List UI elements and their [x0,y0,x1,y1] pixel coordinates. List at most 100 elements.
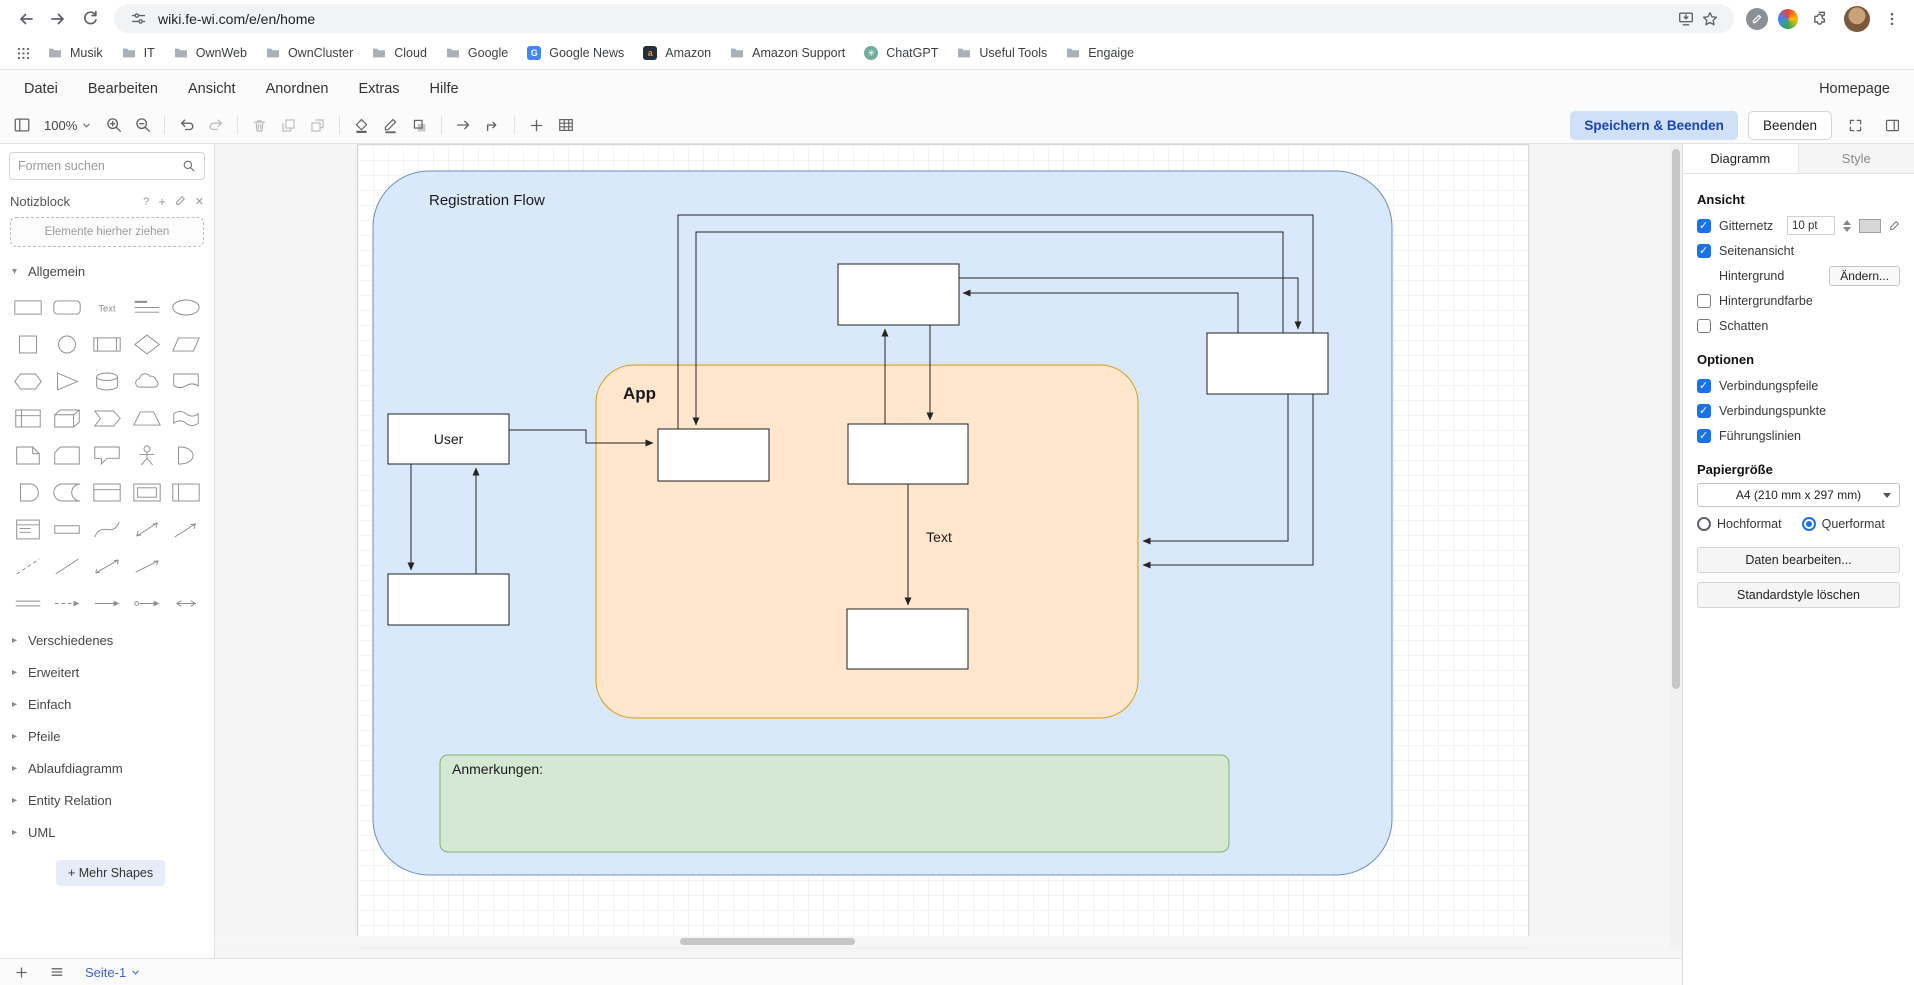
grid-color-edit-icon[interactable] [1889,220,1900,231]
curve-shape[interactable] [87,511,127,548]
bookmark-item[interactable]: Cloud [362,41,436,65]
fullscreen-icon[interactable] [1842,112,1869,139]
callout-shape[interactable] [87,437,127,474]
send-to-back-icon[interactable] [304,112,331,139]
apps-grid-icon[interactable] [10,40,36,66]
add-icon[interactable]: + [158,194,166,209]
diagram-node-node-4[interactable] [1207,333,1328,394]
insert-icon[interactable] [523,112,550,139]
grid-size-input[interactable]: 10 pt [1787,216,1835,235]
bookmark-item[interactable]: Amazon Support [720,41,854,65]
editor-extension-icon[interactable] [1746,8,1768,30]
zoom-dropdown[interactable]: 100% [37,114,98,137]
section-entity-relation[interactable]: ▸Entity Relation [0,784,214,816]
section-verschiedenes[interactable]: ▸Verschiedenes [0,624,214,656]
directional-connector-shape[interactable] [127,548,167,585]
edit-icon[interactable] [175,195,186,209]
fill-color-icon[interactable] [348,112,375,139]
grid-color-swatch[interactable] [1859,219,1881,233]
tab-style[interactable]: Style [1799,144,1914,173]
triangle-shape[interactable] [48,363,88,400]
bookmark-item[interactable]: IT [112,41,164,65]
section-ablaufdiagramm[interactable]: ▸Ablaufdiagramm [0,752,214,784]
diagram-node-node-6[interactable] [848,424,968,484]
grid-checkbox[interactable] [1697,219,1711,233]
undo-icon[interactable] [173,112,200,139]
circle-shape[interactable] [48,326,88,363]
edge-shape[interactable] [87,585,127,622]
password-extension-icon[interactable] [1778,9,1798,29]
process-shape[interactable] [87,326,127,363]
bookmark-item[interactable]: GGoogle News [517,41,633,65]
line-shape[interactable] [48,548,88,585]
sidebar-toggle-icon[interactable] [8,112,35,139]
menu-anordnen[interactable]: Anordnen [266,81,329,97]
zoom-out-icon[interactable] [129,112,156,139]
cube-shape[interactable] [48,400,88,437]
clear-default-style-button[interactable]: Standardstyle löschen [1697,582,1900,608]
connection-icon[interactable] [450,112,477,139]
bookmark-item[interactable]: Musik [38,41,112,65]
cylinder-shape[interactable] [87,363,127,400]
homepage-link[interactable]: Homepage [1819,81,1890,97]
diagram-node-node-3[interactable] [838,264,959,325]
url-text[interactable]: wiki.fe-wi.com/e/en/home [158,11,1674,27]
bookmark-item[interactable]: OwnWeb [164,41,256,65]
canvas-vertical-scrollbar[interactable] [1670,144,1682,947]
bring-to-front-icon[interactable] [275,112,302,139]
profile-avatar[interactable] [1844,6,1870,32]
list-shape[interactable] [8,511,48,548]
heading-shape[interactable] [127,289,167,326]
and-shape[interactable] [8,474,48,511]
exit-button[interactable]: Beenden [1748,111,1832,140]
shadow-checkbox[interactable] [1697,319,1711,333]
bookmark-item[interactable]: ✳ChatGPT [854,41,947,65]
notepad-dropzone[interactable]: Elemente hierher ziehen [10,217,204,247]
help-icon[interactable]: ? [143,196,149,208]
tape-shape[interactable] [166,400,206,437]
frame-shape[interactable] [127,474,167,511]
section-einfach[interactable]: ▸Einfach [0,688,214,720]
tab-diagramm[interactable]: Diagramm [1683,144,1799,173]
bookmark-item[interactable]: OwnCluster [256,41,362,65]
shadow-icon[interactable] [406,112,433,139]
waypoint-icon[interactable] [479,112,506,139]
diagram-node-node-7[interactable] [847,609,968,669]
dashed-edge-shape[interactable] [48,585,88,622]
actor-shape[interactable] [127,437,167,474]
edit-data-button[interactable]: Daten bearbeiten... [1697,547,1900,573]
paper-size-select[interactable]: A4 (210 mm x 297 mm) [1697,483,1900,507]
document-shape[interactable] [166,363,206,400]
canvas-horizontal-scrollbar[interactable] [215,936,1670,947]
trapezoid-shape[interactable] [127,400,167,437]
guides-checkbox[interactable] [1697,429,1711,443]
reload-icon[interactable] [74,3,106,35]
bidirectional-arrow-shape[interactable] [127,511,167,548]
square-shape[interactable] [8,326,48,363]
section-allgemein[interactable]: ▾ Allgemein [0,255,214,287]
horizontal-container-shape[interactable] [166,474,206,511]
connection-arrows-checkbox[interactable] [1697,379,1711,393]
shape-search-input[interactable] [18,159,182,173]
or-shape[interactable] [166,437,206,474]
save-to-device-icon[interactable] [1674,7,1698,31]
menu-hilfe[interactable]: Hilfe [430,81,459,97]
dashed-line-shape[interactable] [8,548,48,585]
browser-menu-icon[interactable] [1880,7,1904,31]
ellipse-shape[interactable] [166,289,206,326]
menu-datei[interactable]: Datei [24,81,58,97]
text-shape[interactable]: Text [87,289,127,326]
save-exit-button[interactable]: Speichern & Beenden [1570,111,1738,140]
extensions-puzzle-icon[interactable] [1808,6,1834,32]
zoom-in-icon[interactable] [100,112,127,139]
container-shape[interactable] [87,474,127,511]
format-panel-icon[interactable] [1879,112,1906,139]
vertical-scroll-thumb[interactable] [1672,149,1680,689]
back-icon[interactable] [10,3,42,35]
background-color-checkbox[interactable] [1697,294,1711,308]
landscape-radio[interactable] [1802,517,1816,531]
forward-icon[interactable] [42,3,74,35]
connector-arrow-shape[interactable] [127,585,167,622]
section-uml[interactable]: ▸UML [0,816,214,848]
diagram-node-node-5[interactable] [658,429,769,481]
